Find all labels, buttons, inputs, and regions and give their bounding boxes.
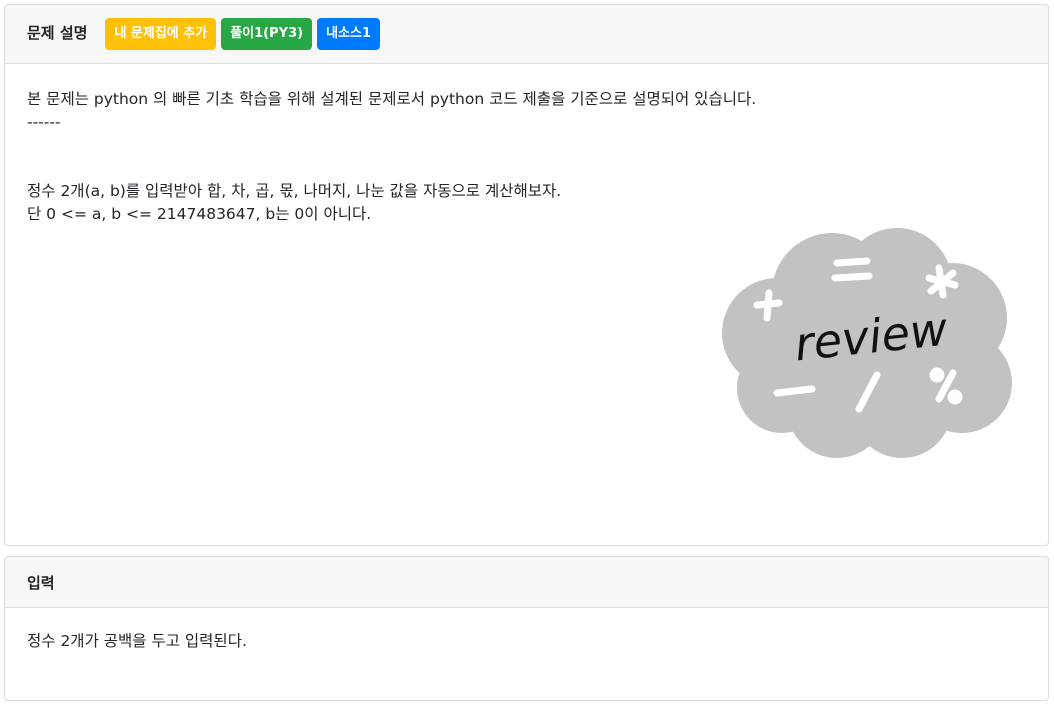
input-text: 정수 2개가 공백을 두고 입력된다. <box>27 632 247 650</box>
solution-py3-button[interactable]: 풀이1(PY3) <box>221 18 313 50</box>
description-line-separator: ------ <box>27 113 61 131</box>
input-body: 정수 2개가 공백을 두고 입력된다. <box>5 608 1048 653</box>
plus-symbol-vertical <box>763 289 773 322</box>
description-header: 문제 설명 내 문제집에 추가 풀이1(PY3) 내소스1 <box>5 5 1048 64</box>
equals-symbol-bottom <box>831 272 873 282</box>
input-card: 입력 정수 2개가 공백을 두고 입력된다. <box>4 556 1049 701</box>
add-to-my-problemset-button[interactable]: 내 문제집에 추가 <box>105 18 217 50</box>
input-header: 입력 <box>5 557 1048 608</box>
input-title: 입력 <box>27 573 55 592</box>
description-card: 문제 설명 내 문제집에 추가 풀이1(PY3) 내소스1 본 문제는 pyth… <box>4 4 1049 546</box>
description-line-task: 정수 2개(a, b)를 입력받아 합, 차, 곱, 몫, 나머지, 나눈 값을… <box>27 182 562 200</box>
description-body: 본 문제는 python 의 빠른 기초 학습을 위해 설계된 문제로서 pyt… <box>5 64 1048 226</box>
description-line-intro: 본 문제는 python 의 빠른 기초 학습을 위해 설계된 문제로서 pyt… <box>27 90 757 108</box>
description-title: 문제 설명 <box>27 23 88 42</box>
minus-symbol <box>773 385 816 397</box>
my-source-button[interactable]: 내소스1 <box>317 18 380 50</box>
review-cloud-icon: review <box>722 228 1012 458</box>
equals-symbol-top <box>833 257 871 267</box>
